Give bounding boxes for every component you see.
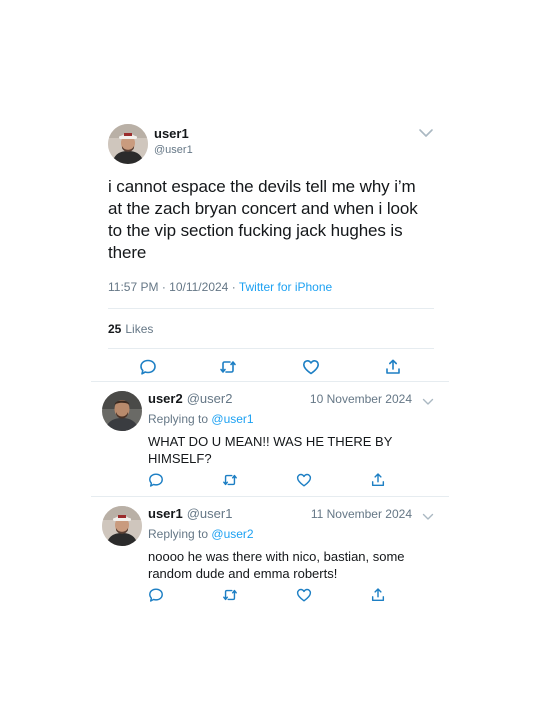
chevron-down-icon[interactable] xyxy=(422,394,434,405)
tweet-meta: 11:57 PM · 10/11/2024 · Twitter for iPho… xyxy=(108,280,434,294)
tweet-date[interactable]: 10/11/2024 xyxy=(169,280,228,294)
handle[interactable]: @user1 xyxy=(154,144,193,156)
reply-icon[interactable] xyxy=(139,358,157,376)
display-name[interactable]: user1 xyxy=(154,126,189,141)
reply-display-name[interactable]: user2 xyxy=(148,391,183,406)
share-icon[interactable] xyxy=(370,472,386,488)
meta-separator: · xyxy=(231,280,239,294)
like-icon[interactable] xyxy=(296,472,312,488)
replying-mention[interactable]: @user1 xyxy=(211,412,253,426)
tweet-time[interactable]: 11:57 PM xyxy=(108,280,158,294)
reply-date: 10 November 2024 xyxy=(309,392,412,406)
likes-row[interactable]: 25 Likes xyxy=(108,309,434,348)
reply-display-name[interactable]: user1 xyxy=(148,506,183,521)
reply-date: 11 November 2024 xyxy=(310,507,412,521)
like-icon[interactable] xyxy=(302,358,320,376)
likes-count: 25 xyxy=(108,321,122,336)
tweet-actions xyxy=(108,349,434,385)
reply-text: noooo he was there with nico, bastian, s… xyxy=(148,549,405,581)
retweet-icon[interactable] xyxy=(222,587,238,603)
tweet-text: i cannot espace the devils tell me why i… xyxy=(108,177,418,262)
reply-tweet[interactable]: user1 @user1 11 November 2024 Replying to… xyxy=(100,506,440,610)
share-icon[interactable] xyxy=(370,587,386,603)
share-icon[interactable] xyxy=(384,358,402,376)
tweet-thread: user1 @user1 i cannot espace the devils … xyxy=(0,0,540,720)
avatar[interactable] xyxy=(102,506,142,546)
reply-handle[interactable]: @user1 xyxy=(187,506,233,521)
replying-to: Replying to @user1 xyxy=(148,412,254,426)
chevron-down-icon[interactable] xyxy=(418,126,434,140)
main-tweet: user1 @user1 i cannot espace the devils … xyxy=(108,124,434,385)
display-name: user2 @user2 xyxy=(148,391,232,406)
replying-label: Replying to xyxy=(148,527,209,541)
retweet-icon[interactable] xyxy=(222,472,238,488)
like-icon[interactable] xyxy=(296,587,312,603)
reply-actions xyxy=(148,587,438,605)
replying-mention[interactable]: @user2 xyxy=(211,527,253,541)
divider xyxy=(91,381,449,382)
reply-handle[interactable]: @user2 xyxy=(187,391,233,406)
chevron-down-icon[interactable] xyxy=(422,509,434,520)
tweet-header: user1 @user1 xyxy=(108,124,434,168)
tweet-source[interactable]: Twitter for iPhone xyxy=(239,280,332,294)
display-name: user1 @user1 xyxy=(148,506,232,521)
avatar[interactable] xyxy=(108,124,148,164)
reply-icon[interactable] xyxy=(148,587,164,603)
reply-tweet[interactable]: user2 @user2 10 November 2024 Replying to… xyxy=(100,391,440,495)
reply-icon[interactable] xyxy=(148,472,164,488)
avatar[interactable] xyxy=(102,391,142,431)
retweet-icon[interactable] xyxy=(219,358,237,376)
replying-to: Replying to @user2 xyxy=(148,527,254,541)
likes-label: Likes xyxy=(125,321,154,336)
reply-actions xyxy=(148,472,438,490)
divider xyxy=(91,496,449,497)
replying-label: Replying to xyxy=(148,412,209,426)
reply-text: WHAT DO U MEAN!! WAS HE THERE BY HIMSELF… xyxy=(148,434,393,466)
